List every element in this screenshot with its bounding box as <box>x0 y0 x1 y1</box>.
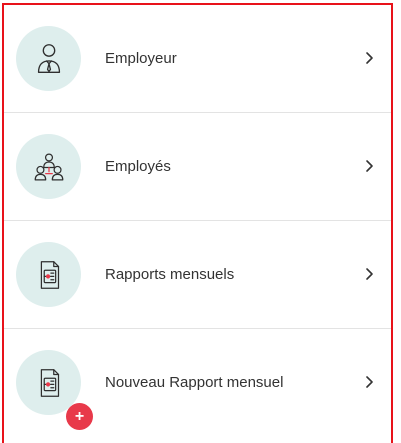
chevron-right-icon[interactable] <box>361 50 377 66</box>
menu-item-label: Rapports mensuels <box>105 266 235 283</box>
menu-list: Employeur Employés Rapports mensuels + N… <box>4 5 391 437</box>
menu-item-employes[interactable]: Employés <box>4 113 391 221</box>
employer-icon <box>16 26 81 91</box>
menu-item-nouveau-rapport-mensuel[interactable]: + Nouveau Rapport mensuel <box>4 329 391 437</box>
menu-item-label: Employeur <box>105 50 177 67</box>
employees-icon <box>16 134 81 199</box>
chevron-right-icon[interactable] <box>361 374 377 390</box>
menu-item-rapports-mensuels[interactable]: Rapports mensuels <box>4 221 391 329</box>
chevron-right-icon[interactable] <box>361 266 377 282</box>
menu-item-label: Nouveau Rapport mensuel <box>105 374 284 391</box>
report-document-icon <box>16 242 81 307</box>
chevron-right-icon[interactable] <box>361 158 377 174</box>
menu-item-employeur[interactable]: Employeur <box>4 5 391 113</box>
menu-item-label: Employés <box>105 158 171 175</box>
add-badge[interactable]: + <box>66 403 93 430</box>
